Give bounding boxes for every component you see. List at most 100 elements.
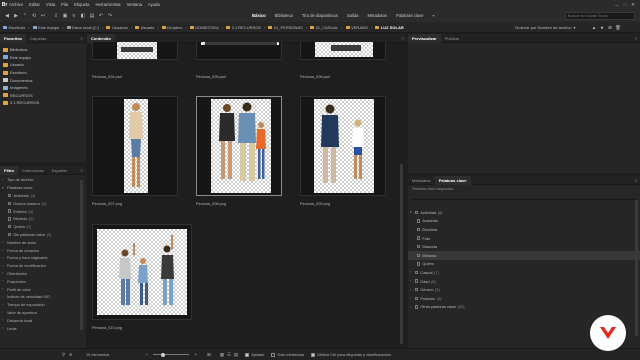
filter-checkbox[interactable]	[8, 217, 12, 221]
tab-carpetas[interactable]: Carpetas	[26, 34, 50, 43]
thumbnail-card[interactable]	[300, 42, 386, 60]
keyword-item[interactable]: Andando	[408, 217, 640, 226]
filter-checkbox[interactable]	[8, 224, 12, 229]
tab-metadatos-panel[interactable]: Metadatos	[408, 176, 435, 185]
menu-editar[interactable]: Editar	[29, 2, 40, 7]
search-input[interactable]	[568, 14, 628, 18]
keyword-group[interactable]: › Posición (3)	[408, 294, 640, 303]
download-icon[interactable]: ⇩	[52, 12, 60, 20]
keyword-group[interactable]: › Otras palabras clave (23)	[408, 303, 640, 312]
tab-previsualizar[interactable]: Previsualizar	[408, 33, 441, 43]
menu-ayuda[interactable]: Ayuda	[148, 2, 160, 7]
favorite-item[interactable]: Documentos	[3, 76, 86, 84]
filter-option[interactable]: Andando (4)	[2, 192, 86, 200]
panel-menu-icon[interactable]: ≡	[635, 36, 640, 41]
detail-view-icon[interactable]: ▤	[232, 352, 239, 358]
clear-filter-icon[interactable]: ⊘	[67, 352, 74, 358]
breadcrumb-current[interactable]: LUZ SOLAR	[375, 25, 404, 30]
keywords-scrollbar[interactable]	[635, 200, 638, 336]
keyword-checkbox[interactable]	[417, 219, 421, 223]
keyword-checkbox[interactable]	[417, 236, 421, 240]
filter-category[interactable]: › Proporción	[2, 277, 86, 285]
output-icon[interactable]: ▤	[88, 12, 96, 20]
zoom-in-icon[interactable]: +	[192, 352, 199, 357]
up-folder-icon[interactable]: ⌃	[21, 12, 29, 20]
camera-icon[interactable]: ▣	[61, 12, 69, 20]
content-scrollbar[interactable]	[400, 164, 403, 344]
breadcrumb-item[interactable]: Usuario ›	[135, 25, 162, 30]
keyword-checkbox[interactable]	[417, 227, 421, 232]
keyword-group[interactable]: › Género (3)	[408, 285, 640, 294]
keyword-checkbox[interactable]	[415, 305, 419, 309]
filter-category[interactable]: › Lente	[2, 324, 86, 332]
refine-icon[interactable]: ≡	[70, 12, 78, 20]
favorite-item[interactable]: 3.1.RECURSOS	[3, 99, 86, 107]
filter-option[interactable]: Exterior (8)	[2, 207, 86, 215]
filter-option[interactable]: Sin palabras clave (0)	[2, 231, 86, 239]
keyword-group[interactable]: › Casual (7)	[408, 268, 640, 277]
keyword-checkbox[interactable]	[417, 244, 421, 249]
filter-checkbox[interactable]	[8, 201, 12, 205]
filter-scrollbar[interactable]	[80, 180, 83, 330]
keyword-checkbox[interactable]	[417, 262, 421, 266]
keyword-checkbox[interactable]	[415, 287, 419, 292]
menu-vista[interactable]: Vista	[46, 2, 55, 7]
breadcrumb-item[interactable]: Este equipo ›	[32, 25, 67, 30]
breadcrumb-item[interactable]: Dropbox ›	[161, 25, 190, 30]
filter-category[interactable]: › Orientación	[2, 270, 86, 278]
filter-category[interactable]: › Nombre de autor	[2, 238, 86, 246]
return-icon[interactable]: ↩	[39, 12, 47, 20]
breadcrumb-item[interactable]: Disco local (C:) ›	[66, 25, 107, 30]
tab-basico[interactable]: Básico	[252, 13, 266, 18]
sort-dropdown[interactable]: Ordenar por Nombre de archivo ▾	[515, 25, 576, 30]
keyword-group[interactable]: › Edad (5)	[408, 277, 640, 286]
panel-menu-icon[interactable]: ≡	[402, 36, 407, 41]
search-box[interactable]	[565, 12, 635, 20]
breadcrumb-item[interactable]: 01_PERSONAS ›	[268, 25, 310, 30]
filter-category[interactable]: › Tiempo de exposición	[2, 301, 86, 309]
tab-salida[interactable]: Salida	[347, 13, 359, 18]
tab-colecciones[interactable]: Colecciones	[18, 166, 48, 175]
menu-etiqueta[interactable]: Etiqueta	[74, 2, 89, 7]
recent-icon[interactable]: ⟲	[30, 12, 38, 20]
filter-option[interactable]: Quieto (2)	[2, 223, 86, 231]
tab-biblioteca[interactable]: Biblioteca	[275, 13, 293, 18]
keyword-checkbox[interactable]	[415, 296, 419, 300]
close-icon[interactable]: ✕	[629, 2, 637, 8]
favorite-item[interactable]: Usuario	[3, 61, 86, 69]
thumbnail-card[interactable]	[196, 42, 282, 60]
breadcrumb-item[interactable]: 01_CASUAL ›	[310, 25, 346, 30]
filter-category[interactable]: › Fecha de creación	[2, 246, 86, 254]
filter-category[interactable]: › Índices de velocidad ISO	[2, 293, 86, 301]
thumbnail-size-slider[interactable]	[153, 352, 190, 357]
maximize-icon[interactable]: □	[621, 2, 629, 7]
keyword-item[interactable]: Quieto	[408, 260, 640, 269]
keyword-item[interactable]: Foto	[408, 234, 640, 243]
favorite-item[interactable]: Imágenes	[3, 84, 86, 92]
breadcrumb-item[interactable]: Usuarios ›	[106, 25, 135, 30]
lock-icon[interactable]: ⊞	[205, 352, 212, 358]
tab-metadatos[interactable]: Metadatos	[367, 13, 387, 18]
keyword-item[interactable]: Bicicleta	[408, 225, 640, 234]
open-icon[interactable]: ◧	[79, 12, 87, 20]
keyword-checkbox[interactable]	[415, 210, 419, 214]
tab-tira-diapositivas[interactable]: Tira de diapositivas	[302, 13, 338, 18]
tab-palabras-clave[interactable]: Palabras clave	[396, 13, 423, 18]
thumbnail-card[interactable]	[92, 224, 192, 320]
thumbnail-card[interactable]	[300, 96, 386, 196]
filter-category[interactable]: › Distancia focal	[2, 316, 86, 324]
thumbnail-card[interactable]	[92, 42, 178, 60]
favorite-item[interactable]: Este equipo	[3, 54, 86, 62]
rotate-right-icon[interactable]: ↷	[106, 12, 114, 20]
thumbnail-card[interactable]	[92, 96, 178, 196]
grid-view-icon[interactable]: ▦	[218, 352, 225, 358]
add-filter-icon[interactable]: ⚲	[60, 352, 67, 358]
breadcrumb-item[interactable]: DOMESTIKA ›	[189, 25, 226, 30]
forward-icon[interactable]: ▶	[12, 12, 20, 20]
menu-pila[interactable]: Pila	[61, 2, 68, 7]
tab-palabras-clave-panel[interactable]: Palabras clave	[434, 175, 471, 185]
minimize-icon[interactable]: —	[613, 2, 621, 7]
keyword-checkbox[interactable]	[415, 279, 419, 283]
tab-filtro[interactable]: Filtro	[0, 165, 18, 175]
favorite-item[interactable]: Biblioteca	[3, 46, 86, 54]
